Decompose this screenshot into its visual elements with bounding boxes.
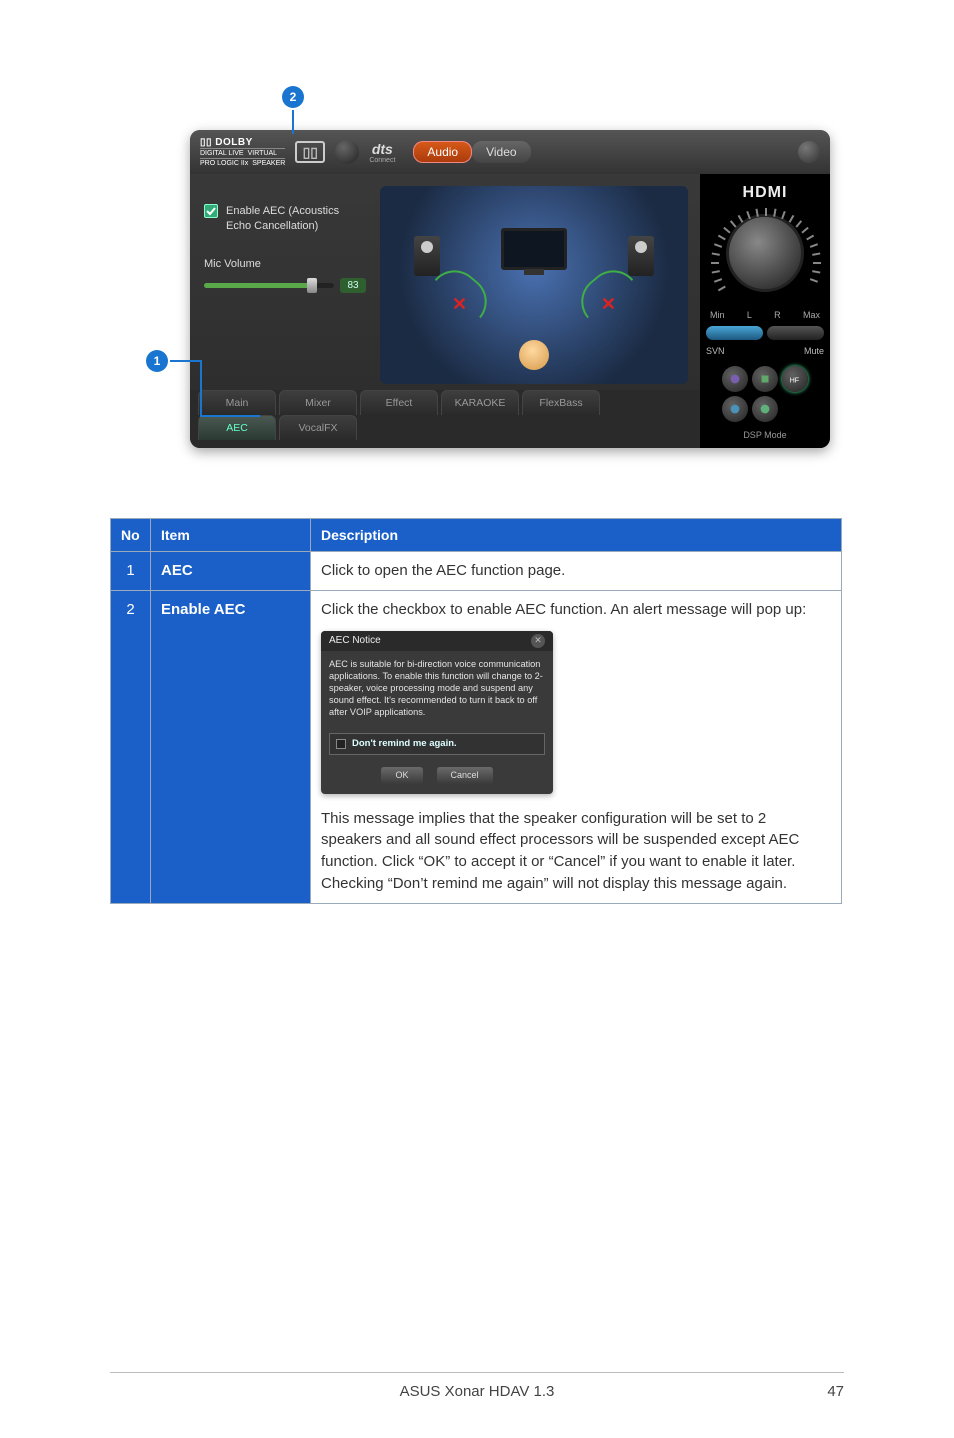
speaker-right-icon (628, 236, 654, 276)
mode-button-5[interactable] (752, 396, 778, 422)
min-label: Min (710, 310, 725, 320)
dont-remind-checkbox[interactable] (336, 739, 346, 749)
speaker-left-icon (414, 236, 440, 276)
ok-button[interactable]: OK (381, 767, 422, 784)
svn-label: SVN (706, 346, 734, 356)
th-no: No (111, 519, 151, 552)
dsp-mode-label: DSP Mode (743, 430, 786, 440)
mode-button-1[interactable] (722, 366, 748, 392)
th-desc: Description (311, 519, 842, 552)
row-item: Enable AEC (151, 590, 311, 903)
mic-volume-label: Mic Volume (204, 258, 366, 270)
slider-thumb-icon[interactable] (307, 278, 317, 293)
dont-remind-row[interactable]: Don't remind me again. (329, 733, 545, 755)
tab-vocalfx[interactable]: VocalFX (279, 415, 357, 440)
dont-remind-label: Don't remind me again. (352, 737, 457, 751)
callout-bubble: 2 (282, 86, 304, 108)
callout-bubble: 1 (146, 350, 168, 372)
dial-ticks (710, 208, 820, 304)
cross-icon: ✕ (601, 294, 616, 315)
tab-main[interactable]: Main (198, 390, 276, 415)
th-item: Item (151, 519, 311, 552)
mode-button-2[interactable] (752, 366, 778, 392)
l-label: L (747, 310, 752, 320)
max-label: Max (803, 310, 820, 320)
footer-page-number: 47 (827, 1383, 844, 1400)
mode-button-hifi[interactable]: HF (782, 366, 808, 392)
globe-icon[interactable] (335, 140, 359, 164)
bottom-tab-bar: Main Mixer Effect KARAOKE FlexBass AEC V… (190, 390, 700, 448)
header-tab-audio[interactable]: Audio (413, 141, 472, 163)
header-tab-video[interactable]: Video (472, 141, 530, 163)
dialog-title: AEC Notice (329, 634, 381, 649)
row-item: AEC (151, 552, 311, 591)
mode-button-4[interactable] (722, 396, 748, 422)
dialog-body: AEC is suitable for bi-direction voice c… (321, 651, 553, 727)
tab-aec[interactable]: AEC (198, 415, 276, 440)
tab-effect[interactable]: Effect (360, 390, 438, 415)
row-no: 1 (111, 552, 151, 591)
cancel-button[interactable]: Cancel (437, 767, 493, 784)
page-footer: ASUS Xonar HDAV 1.3 47 (110, 1372, 844, 1400)
mic-volume-slider[interactable] (204, 283, 334, 288)
enable-aec-checkbox[interactable] (204, 204, 218, 218)
tab-karaoke[interactable]: KARAOKE (441, 390, 519, 415)
row-desc: Click the checkbox to enable AEC functio… (311, 590, 842, 903)
row-no: 2 (111, 590, 151, 903)
enable-aec-label: Enable AEC (Acoustics Echo Cancellation) (226, 204, 366, 234)
tab-mixer[interactable]: Mixer (279, 390, 357, 415)
callout-2: 2 (282, 86, 304, 134)
audio-app-window: ▯▯ DOLBY DIGITAL LIVEVIRTUAL PRO LOGIC I… (190, 130, 830, 448)
dts-badge: dts Connect (369, 141, 395, 164)
callout-line (292, 110, 294, 134)
aec-notice-dialog: AEC Notice ✕ AEC is suitable for bi-dire… (321, 631, 553, 794)
callout-line (200, 415, 260, 417)
aec-illustration: ✕ ✕ (380, 186, 688, 384)
aec-left-panel: Enable AEC (Acoustics Echo Cancellation)… (190, 174, 380, 390)
svg-text:HF: HF (790, 378, 799, 385)
listener-head-icon (519, 340, 549, 370)
cross-icon: ✕ (452, 294, 467, 315)
desc-p1: Click the checkbox to enable AEC functio… (321, 599, 831, 621)
dolby-brand: DOLBY (215, 137, 253, 148)
desc-p2: This message implies that the speaker co… (321, 808, 831, 895)
r-label: R (774, 310, 781, 320)
dolby-badge: ▯▯ DOLBY DIGITAL LIVEVIRTUAL PRO LOGIC I… (200, 137, 285, 167)
dropdown-arrow-icon[interactable] (798, 141, 820, 163)
callout-line (200, 361, 202, 415)
callout-1: 1 (146, 350, 202, 372)
close-icon[interactable]: ✕ (531, 634, 545, 648)
dd-logo: ▯▯ (295, 141, 325, 163)
callout-line (170, 360, 202, 362)
right-panel: HDMI Min L R Max (700, 174, 830, 448)
description-table: No Item Description 1 AEC Click to open … (110, 518, 842, 904)
footer-product: ASUS Xonar HDAV 1.3 (400, 1383, 555, 1400)
mute-label: Mute (796, 346, 824, 356)
balance-left-button[interactable] (706, 326, 763, 340)
app-header: ▯▯ DOLBY DIGITAL LIVEVIRTUAL PRO LOGIC I… (190, 130, 830, 174)
hdmi-logo: HDMI (743, 184, 788, 202)
tv-icon (501, 228, 567, 270)
balance-right-button[interactable] (767, 326, 824, 340)
row-desc: Click to open the AEC function page. (311, 552, 842, 591)
mic-volume-value: 83 (340, 278, 366, 293)
tab-flexbass[interactable]: FlexBass (522, 390, 600, 415)
